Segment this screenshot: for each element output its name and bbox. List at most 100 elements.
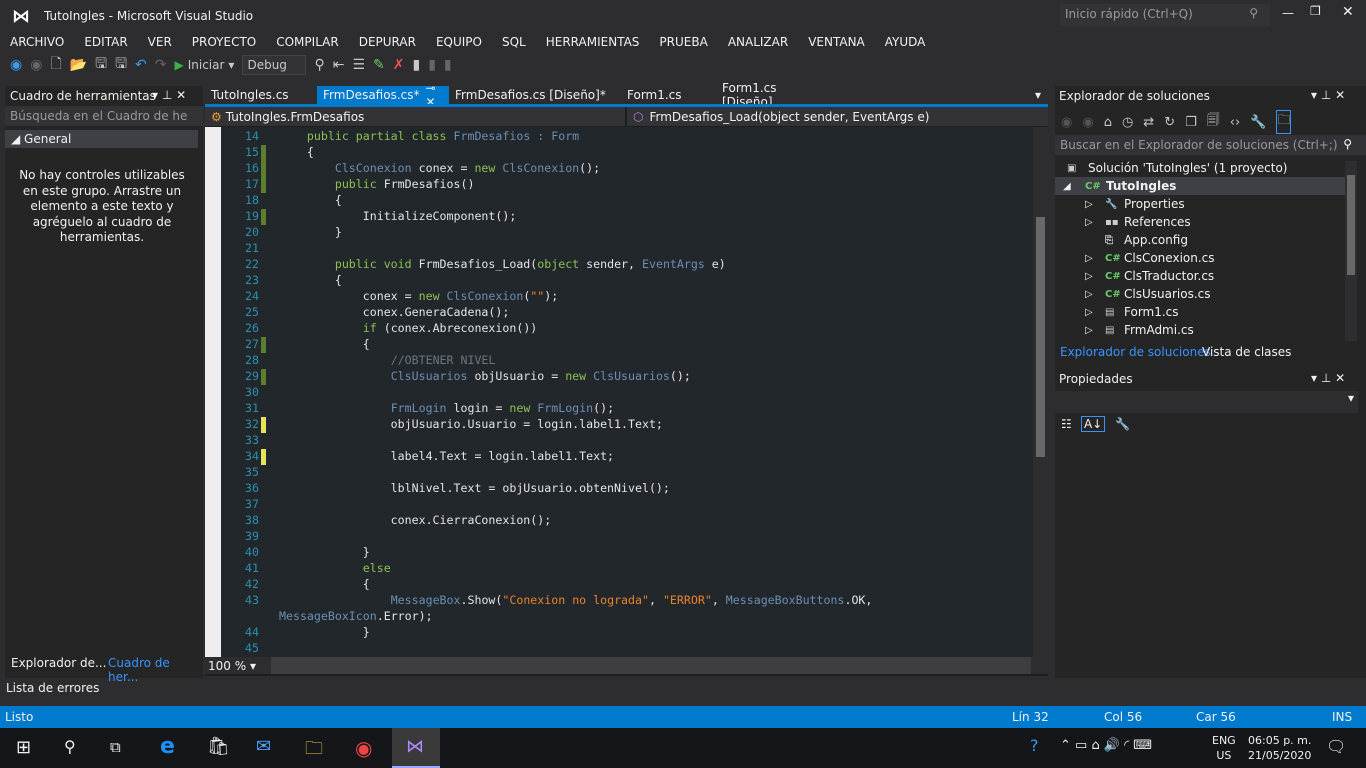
expand-arrow-icon[interactable]: ▷ <box>1085 217 1093 228</box>
expand-arrow-icon[interactable]: ▷ <box>1085 271 1093 282</box>
menu-equipo[interactable]: EQUIPO <box>426 35 492 49</box>
tab-toolbox-short[interactable]: Cuadro de her... <box>108 656 203 684</box>
home-icon[interactable]: ⌂ <box>1104 115 1112 130</box>
redo-icon[interactable]: ↷ <box>155 57 167 73</box>
forward-icon[interactable]: ◉ <box>1082 115 1093 130</box>
find-icon[interactable]: ⚲ <box>314 57 324 73</box>
task-view-icon[interactable]: ⧉ <box>110 738 121 756</box>
zoom-select[interactable]: 100 % ▾ <box>205 659 265 673</box>
store-icon[interactable]: 🛍 <box>207 736 230 757</box>
tree-item[interactable]: ▷ C# ClsTraductor.cs <box>1055 267 1345 285</box>
expand-arrow-icon[interactable]: ▷ <box>1085 253 1093 264</box>
tab-document[interactable]: Form1.cs <box>621 86 716 104</box>
tree-item[interactable]: ▷ ▤ Form1.cs <box>1055 303 1345 321</box>
notifications-icon[interactable]: 🗨 <box>1326 737 1346 756</box>
configuration-select[interactable]: Debug <box>242 55 307 75</box>
alphabetical-icon[interactable]: A↓ <box>1081 416 1106 432</box>
quick-launch-input[interactable]: Inicio rápido (Ctrl+Q) ⚲ <box>1060 4 1270 26</box>
toolbox-pin-icon[interactable]: ▾ ⊥ ✕ <box>152 88 186 102</box>
clock[interactable]: 06:05 p. m. 21/05/2020 <box>1248 733 1311 763</box>
properties-window-controls[interactable]: ▾ ⊥ ✕ <box>1311 371 1345 385</box>
menu-compilar[interactable]: COMPILAR <box>266 35 348 49</box>
solution-explorer-window-controls[interactable]: ▾ ⊥ ✕ <box>1311 88 1345 102</box>
next-bookmark-icon[interactable]: ▮ <box>444 57 452 73</box>
uncomment-icon[interactable]: ✗ <box>393 57 405 73</box>
new-project-icon[interactable]: 🗋 <box>50 53 61 77</box>
refresh-icon[interactable]: ↻ <box>1164 115 1175 130</box>
prev-bookmark-icon[interactable]: ▮ <box>428 57 436 73</box>
tab-solution-explorer-short[interactable]: Explorador de... <box>11 656 106 670</box>
code-area[interactable]: 14 public partial class FrmDesafios : Fo… <box>205 127 1048 657</box>
expand-arrow-icon[interactable]: ◢ <box>1063 181 1071 192</box>
bookmark-icon[interactable]: ▮ <box>412 57 420 73</box>
forward-icon[interactable]: ◉ <box>30 57 42 73</box>
menu-prueba[interactable]: PRUEBA <box>649 35 717 49</box>
tab-document[interactable]: Form1.cs [Diseño] <box>716 81 836 109</box>
tray-icons[interactable]: ⌃ ▭ ⌂ 🔊 ◜ ⌨ <box>1060 738 1152 753</box>
error-list-tab[interactable]: Lista de errores <box>6 681 99 695</box>
horizontal-scrollbar[interactable] <box>271 657 1031 674</box>
tree-item[interactable]: ◢ C# TutoIngles <box>1055 177 1345 195</box>
toolbox-group-general[interactable]: ◢ General <box>5 130 198 148</box>
undo-icon[interactable]: ↶ <box>135 57 147 73</box>
menu-ayuda[interactable]: AYUDA <box>875 35 936 49</box>
properties-wrench-icon[interactable]: 🔧 <box>1250 115 1266 130</box>
properties-object-select[interactable]: ▾ <box>1055 391 1358 413</box>
scrollbar-thumb[interactable] <box>1036 217 1045 457</box>
expand-arrow-icon[interactable]: ▷ <box>1085 199 1093 210</box>
search-icon[interactable]: ⚲ <box>64 737 76 756</box>
back-icon[interactable]: ◉ <box>10 57 22 73</box>
menu-analizar[interactable]: ANALIZAR <box>718 35 798 49</box>
tab-document[interactable]: TutoIngles.cs <box>205 86 317 104</box>
tree-item[interactable]: ⎘ App.config <box>1055 231 1345 249</box>
close-button[interactable]: ✕ <box>1342 4 1354 20</box>
tree-scrollbar-thumb[interactable] <box>1347 175 1355 275</box>
solution-search-input[interactable]: Buscar en el Explorador de soluciones (C… <box>1055 135 1366 155</box>
outdent-icon[interactable]: ☰ <box>352 57 365 73</box>
open-file-icon[interactable]: 📂 <box>70 57 87 73</box>
categorized-icon[interactable]: ☷ <box>1061 417 1072 431</box>
tree-item[interactable]: ▷ ▤ FrmAdmi.cs <box>1055 321 1345 339</box>
menu-proyecto[interactable]: PROYECTO <box>182 35 266 49</box>
menu-depurar[interactable]: DEPURAR <box>349 35 426 49</box>
property-pages-icon[interactable]: 🔧 <box>1115 417 1130 431</box>
preview-icon[interactable]: 🗀 <box>1276 110 1292 134</box>
file-explorer-icon[interactable]: 🗀 <box>305 736 323 766</box>
tree-item[interactable]: ▷ 🔧 Properties <box>1055 195 1345 213</box>
mail-icon[interactable]: ✉ <box>256 736 271 757</box>
indent-icon[interactable]: ⇤ <box>333 57 345 73</box>
minimize-button[interactable]: — <box>1282 6 1294 20</box>
expand-arrow-icon[interactable]: ▷ <box>1085 307 1093 318</box>
help-icon[interactable]: ? <box>1030 736 1039 755</box>
expand-arrow-icon[interactable]: ▷ <box>1085 289 1093 300</box>
view-code-icon[interactable]: ‹› <box>1230 115 1240 130</box>
comment-icon[interactable]: ✎ <box>373 57 385 73</box>
tab-solution-explorer[interactable]: Explorador de soluciones <box>1060 345 1211 359</box>
menu-ventana[interactable]: VENTANA <box>798 35 875 49</box>
menu-ver[interactable]: VER <box>138 35 182 49</box>
member-navigation-dropdown[interactable]: ⬡ FrmDesafios_Load(object sender, EventAr… <box>627 107 1048 126</box>
menu-editar[interactable]: EDITAR <box>74 35 137 49</box>
tree-item[interactable]: ▷ C# ClsUsuarios.cs <box>1055 285 1345 303</box>
maximize-button[interactable]: ❐ <box>1310 4 1321 18</box>
vertical-scrollbar[interactable] <box>1033 127 1048 657</box>
sync-icon[interactable]: ⇄ <box>1143 115 1154 130</box>
tree-scrollbar[interactable] <box>1345 161 1357 341</box>
tab-document[interactable]: FrmDesafios.cs [Diseño]* <box>449 86 621 104</box>
expand-arrow-icon[interactable]: ▷ <box>1085 325 1093 336</box>
start-button[interactable]: ▶ Iniciar ▾ <box>174 58 234 72</box>
tree-item[interactable]: ▣ Solución 'TutoIngles' (1 proyecto) <box>1055 159 1345 177</box>
menu-archivo[interactable]: ARCHIVO <box>0 35 74 49</box>
class-navigation-dropdown[interactable]: ⚙ TutoIngles.FrmDesafios <box>205 107 625 126</box>
save-all-icon[interactable]: 🖫 <box>115 53 127 77</box>
back-icon[interactable]: ◉ <box>1061 115 1072 130</box>
menu-herramientas[interactable]: HERRAMIENTAS <box>536 35 650 49</box>
history-icon[interactable]: ◷ <box>1122 115 1133 130</box>
tree-item[interactable]: ▷ ▪▪ References <box>1055 213 1345 231</box>
tree-item[interactable]: ▷ C# ClsConexion.cs <box>1055 249 1345 267</box>
edge-icon[interactable]: e <box>160 734 175 759</box>
tab-overflow-icon[interactable]: ▾ <box>1035 88 1041 102</box>
show-all-files-icon[interactable]: 🗐 <box>1207 111 1220 133</box>
tab-class-view[interactable]: Vista de clases <box>1202 345 1291 359</box>
collapse-all-icon[interactable]: ❐ <box>1185 115 1197 130</box>
